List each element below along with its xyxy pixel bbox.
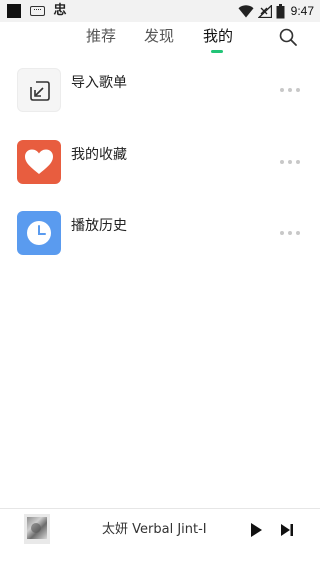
import-icon [17, 68, 61, 112]
track-title: 太妍 Verbal Jint-I [102, 522, 207, 537]
album-art[interactable] [24, 514, 50, 544]
tab-mine[interactable]: 我的 [203, 26, 233, 46]
search-icon[interactable] [278, 27, 298, 47]
app-char-icon: 忠 [53, 3, 67, 18]
wifi-icon [238, 4, 254, 18]
status-time: 9:47 [290, 4, 314, 18]
top-nav: 推荐 发现 我的 [0, 22, 320, 56]
more-dots-icon[interactable] [280, 231, 300, 237]
list-item-label: 播放历史 [71, 218, 127, 234]
status-bar: 忠 9:47 [0, 0, 320, 22]
more-dots-icon[interactable] [280, 160, 300, 166]
app-square-icon [7, 4, 21, 18]
more-dots-icon[interactable] [280, 88, 300, 94]
list-item-import[interactable]: 导入歌单 [0, 64, 320, 124]
active-tab-indicator [211, 50, 223, 53]
tab-discover[interactable]: 发现 [144, 26, 174, 46]
signal-icon [257, 4, 272, 18]
clock-icon [17, 211, 61, 255]
list-item-favorites[interactable]: 我的收藏 [0, 136, 320, 196]
keyboard-icon [30, 6, 45, 16]
mini-player[interactable]: 太妍 Verbal Jint-I [0, 508, 320, 550]
next-icon[interactable] [278, 521, 296, 539]
heart-icon [17, 140, 61, 184]
list-item-history[interactable]: 播放历史 [0, 207, 320, 267]
list-item-label: 我的收藏 [71, 147, 127, 163]
battery-icon [276, 3, 285, 19]
play-icon[interactable] [247, 521, 265, 539]
list-item-label: 导入歌单 [71, 75, 127, 91]
bottom-spacer [0, 550, 320, 568]
tab-recommend[interactable]: 推荐 [86, 26, 116, 46]
